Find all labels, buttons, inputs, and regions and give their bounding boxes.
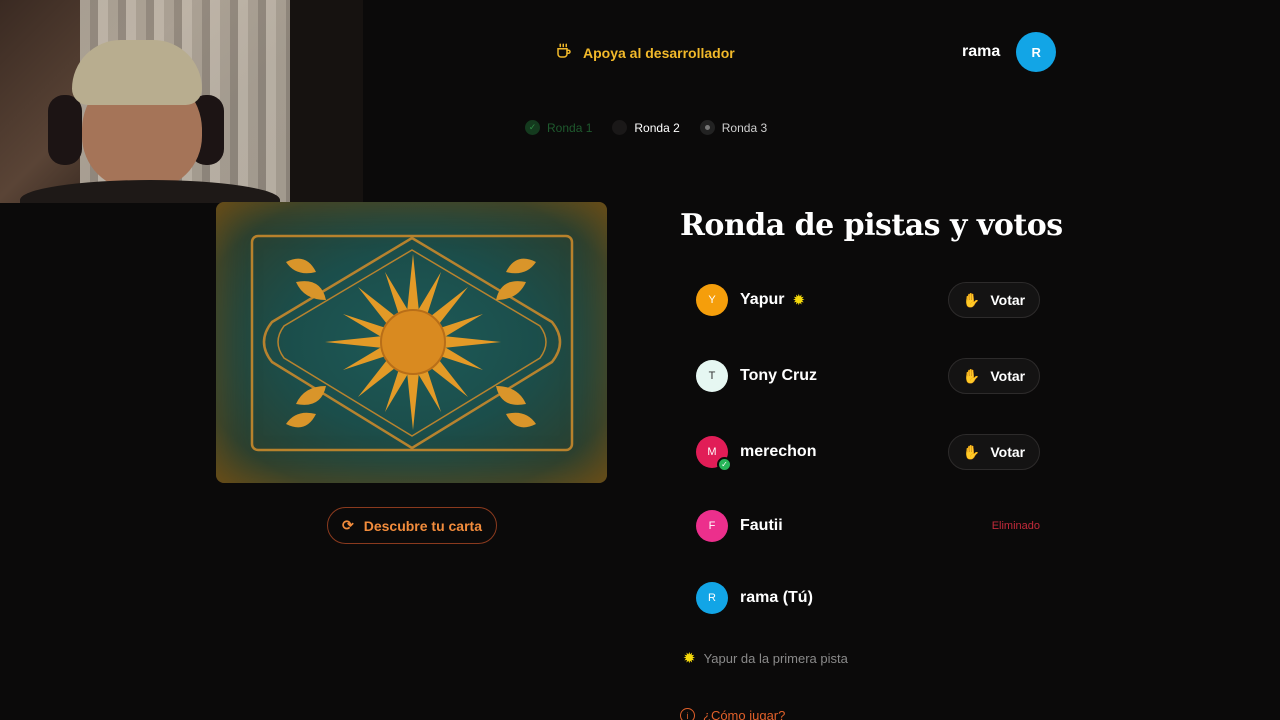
coffee-icon [555, 42, 573, 63]
round-label: Ronda 2 [634, 120, 680, 135]
player-row: M ✓ merechon ✋ Votar [696, 434, 1040, 472]
user-name: rama [962, 43, 1001, 60]
avatar-initial: M [707, 446, 717, 458]
game-card-back[interactable] [216, 202, 607, 483]
round-step-2: Ronda 2 [612, 120, 680, 135]
avatar: M ✓ [696, 436, 732, 472]
check-icon: ✓ [525, 120, 540, 135]
player-name: merechon [740, 443, 817, 460]
first-clue-hint: ✹ Yapur da la primera pista [683, 649, 848, 667]
user-menu[interactable]: rama R [962, 32, 1057, 72]
player-name: Yapur [740, 291, 785, 308]
hint-text: Yapur da la primera pista [703, 650, 848, 666]
hand-icon: ✋ [962, 291, 981, 308]
eliminated-status: Eliminado [991, 520, 1040, 532]
pending-round-icon [699, 120, 715, 135]
avatar: T [696, 360, 728, 392]
card-sun-ornament [250, 234, 574, 452]
player-row: R rama (Tú) [696, 580, 1040, 616]
player-row: Y Yapur ✹ ✋ Votar [696, 282, 1040, 318]
sun-icon: ✹ [683, 650, 696, 667]
webcam-overlay [0, 0, 363, 203]
player-row: T Tony Cruz ✋ Votar [696, 358, 1040, 394]
support-label: Apoya al desarrollador [583, 44, 735, 61]
info-icon: i [680, 708, 695, 720]
vote-button[interactable]: ✋ Votar [948, 282, 1040, 318]
avatar[interactable]: R [1016, 32, 1057, 72]
round-step-1: ✓ Ronda 1 [525, 120, 592, 135]
vote-label: Votar [990, 292, 1026, 308]
reveal-card-button[interactable]: ⟳ Descubre tu carta [327, 507, 497, 544]
refresh-icon: ⟳ [341, 517, 354, 533]
support-developer-link[interactable]: Apoya al desarrollador [555, 42, 735, 63]
avatar: R [696, 582, 728, 614]
player-name: rama (Tú) [740, 589, 813, 606]
avatar: F [696, 510, 728, 542]
hand-icon: ✋ [962, 367, 981, 384]
page-title: Ronda de pistas y votos [680, 208, 1063, 243]
player-name: Fautii [740, 517, 783, 534]
round-label: Ronda 1 [547, 120, 593, 135]
sun-icon: ✹ [792, 292, 806, 309]
avatar: Y [696, 284, 728, 316]
round-label: Ronda 3 [721, 120, 768, 135]
round-stepper: ✓ Ronda 1 Ronda 2 Ronda 3 [525, 120, 767, 135]
current-round-icon [612, 120, 628, 135]
how-to-play-label: ¿Cómo jugar? [703, 708, 786, 720]
reveal-card-label: Descubre tu carta [363, 517, 482, 534]
round-step-3: Ronda 3 [699, 120, 768, 135]
how-to-play-link[interactable]: i ¿Cómo jugar? [680, 708, 785, 720]
vote-button[interactable]: ✋ Votar [948, 434, 1040, 470]
vote-button[interactable]: ✋ Votar [948, 358, 1040, 394]
voted-check-icon: ✓ [717, 457, 732, 472]
vote-label: Votar [990, 444, 1026, 460]
player-row: F Fautii Eliminado [696, 508, 1040, 544]
hand-icon: ✋ [962, 443, 981, 460]
player-name: Tony Cruz [740, 367, 818, 384]
vote-label: Votar [990, 368, 1026, 384]
